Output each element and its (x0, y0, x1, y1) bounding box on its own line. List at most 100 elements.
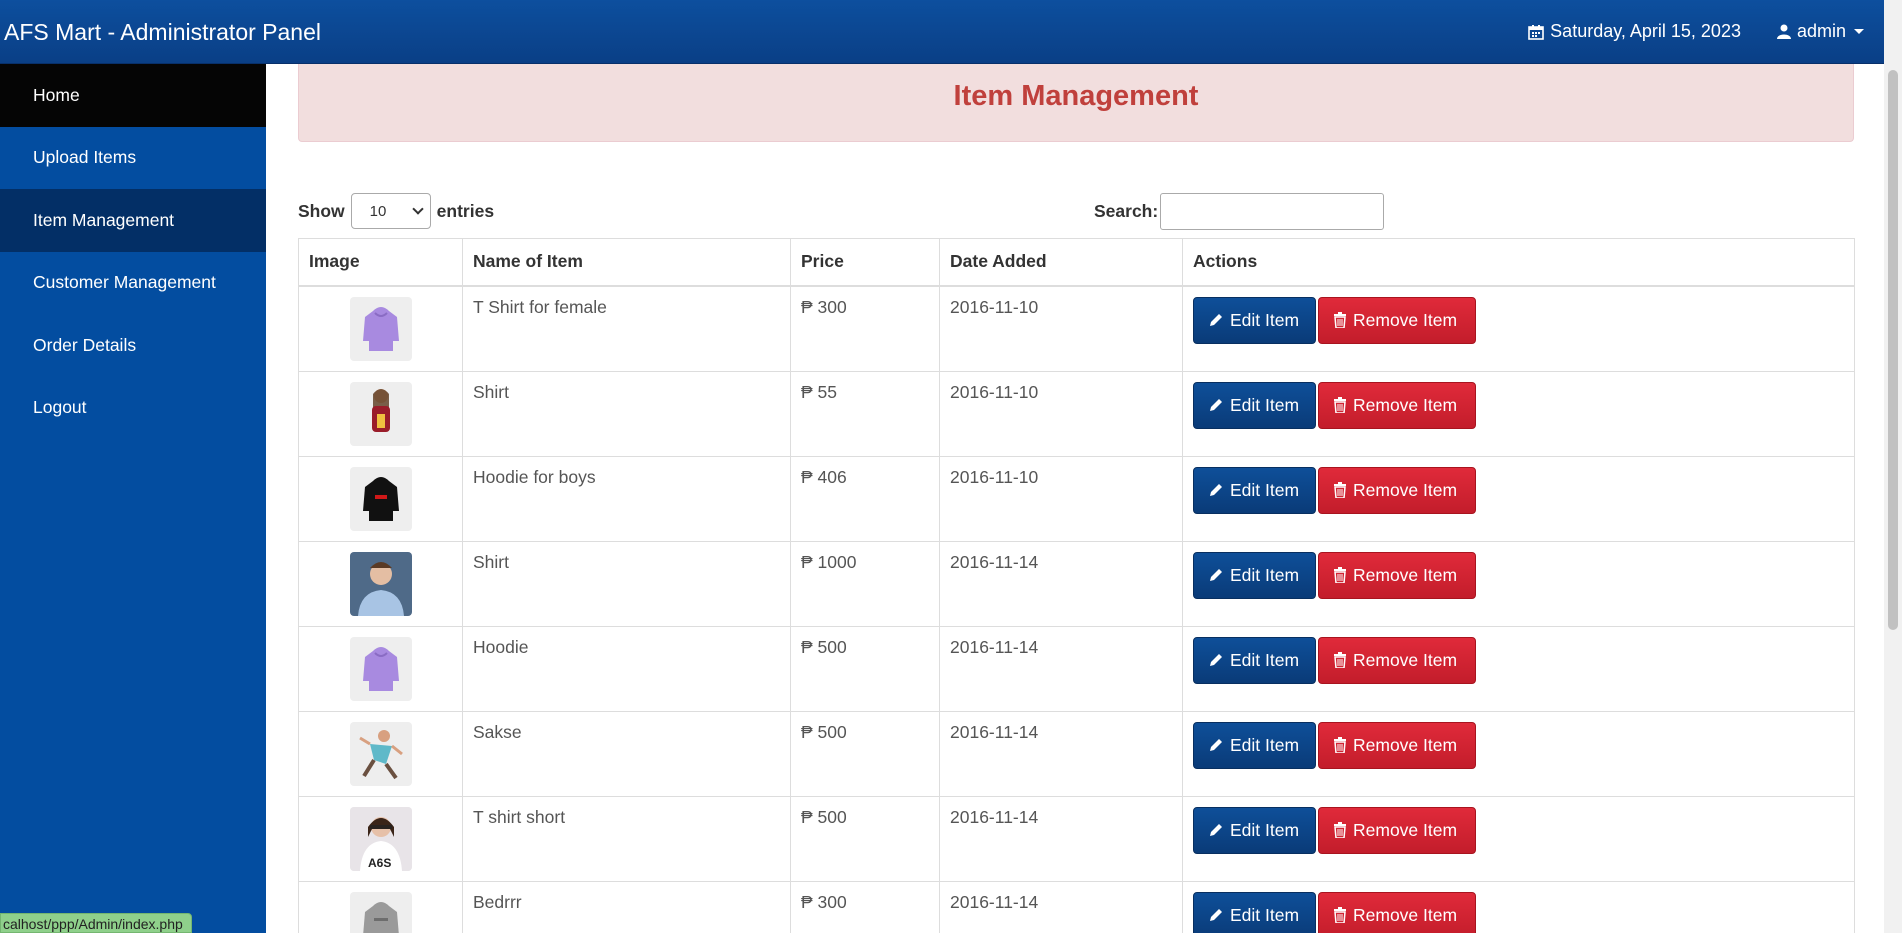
item-image-cell (298, 285, 463, 372)
column-header-name[interactable]: Name of Item (462, 238, 791, 287)
item-thumbnail: A6S (349, 806, 412, 871)
item-name: Hoodie for boys (462, 455, 791, 542)
edit-item-button[interactable]: Edit Item (1193, 721, 1316, 769)
remove-item-label: Remove Item (1353, 904, 1458, 925)
sidebar-item-customer-management[interactable]: Customer Management (0, 252, 266, 315)
item-date-added: 2016-11-10 (939, 370, 1183, 457)
remove-item-button[interactable]: Remove Item (1318, 891, 1476, 933)
item-date-added: 2016-11-14 (939, 540, 1183, 627)
search-input[interactable] (1160, 193, 1385, 230)
table-row: A6S T shirt short ₱ 500 2016-11-14 Edit Item… (298, 795, 1855, 882)
column-header-date[interactable]: Date Added (939, 238, 1183, 287)
sidebar-item-upload-items[interactable]: Upload Items (0, 127, 266, 190)
username: admin (1796, 21, 1846, 41)
edit-item-label: Edit Item (1230, 564, 1300, 585)
pencil-icon (1210, 909, 1222, 921)
entries-label: entries (436, 200, 495, 221)
item-price: ₱ 1000 (790, 540, 940, 627)
entries-length-control: Show 10 entries (298, 193, 494, 229)
sidebar-item-logout[interactable]: Logout (0, 377, 266, 440)
remove-item-button[interactable]: Remove Item (1318, 381, 1476, 429)
remove-item-button[interactable]: Remove Item (1318, 806, 1476, 854)
table-row: Hoodie ₱ 500 2016-11-14 Edit Item Remove Ite… (298, 625, 1855, 712)
table-header-row: Image Name of Item Price Date Added Acti… (298, 238, 1855, 287)
remove-item-button[interactable]: Remove Item (1318, 721, 1476, 769)
show-label: Show (298, 200, 345, 221)
item-name: Shirt (462, 370, 791, 457)
column-header-actions[interactable]: Actions (1182, 238, 1855, 287)
svg-text:A6S: A6S (368, 856, 391, 870)
column-header-price[interactable]: Price (790, 238, 940, 287)
item-actions: Edit Item Remove Item (1182, 370, 1855, 457)
item-price: ₱ 55 (790, 370, 940, 457)
calendar-icon (1528, 24, 1544, 40)
user-icon (1776, 24, 1791, 39)
trash-icon (1334, 482, 1346, 498)
sidebar-item-order-details[interactable]: Order Details (0, 314, 266, 377)
edit-item-button[interactable]: Edit Item (1193, 466, 1316, 514)
sidebar-item-item-management[interactable]: Item Management (0, 189, 266, 252)
item-name: Hoodie (462, 625, 791, 712)
remove-item-label: Remove Item (1353, 564, 1458, 585)
item-image-cell (298, 710, 463, 797)
remove-item-button[interactable]: Remove Item (1318, 466, 1476, 514)
items-table: Image Name of Item Price Date Added Acti… (298, 238, 1855, 933)
pencil-icon (1210, 569, 1222, 581)
edit-item-button[interactable]: Edit Item (1193, 806, 1316, 854)
remove-item-label: Remove Item (1353, 479, 1458, 500)
edit-item-label: Edit Item (1230, 904, 1300, 925)
item-date-added: 2016-11-10 (939, 455, 1183, 542)
page-scrollbar[interactable] (1884, 0, 1902, 933)
edit-item-button[interactable]: Edit Item (1193, 381, 1316, 429)
item-thumbnail (349, 551, 412, 616)
sidebar-item-home[interactable]: Home (0, 64, 266, 127)
remove-item-button[interactable]: Remove Item (1318, 551, 1476, 599)
scrollbar-thumb[interactable] (1888, 70, 1898, 630)
page-title: Item Management (953, 80, 1199, 112)
table-row: Shirt ₱ 55 2016-11-10 Edit Item Remove Item (298, 370, 1855, 457)
edit-item-button[interactable]: Edit Item (1193, 296, 1316, 344)
item-price: ₱ 500 (790, 710, 940, 797)
edit-item-button[interactable]: Edit Item (1193, 891, 1316, 933)
item-image-cell (298, 625, 463, 712)
table-row: Sakse ₱ 500 2016-11-14 Edit Item Remove Item (298, 710, 1855, 797)
column-header-image[interactable]: Image (298, 238, 463, 287)
table-controls: Show 10 entries Search: (298, 193, 1854, 233)
item-image-cell (298, 880, 463, 933)
pencil-icon (1210, 654, 1222, 666)
item-actions: Edit Item Remove Item (1182, 795, 1855, 882)
search-label: Search: (1094, 201, 1159, 221)
pencil-icon (1210, 314, 1222, 326)
item-name: T Shirt for female (462, 285, 791, 372)
trash-icon (1334, 907, 1346, 923)
pencil-icon (1210, 824, 1222, 836)
item-thumbnail (349, 891, 412, 933)
item-actions: Edit Item Remove Item (1182, 540, 1855, 627)
item-image-cell (298, 540, 463, 627)
remove-item-label: Remove Item (1353, 819, 1458, 840)
item-thumbnail (349, 636, 412, 701)
user-menu[interactable]: admin (1776, 21, 1864, 42)
item-price: ₱ 406 (790, 455, 940, 542)
entries-select[interactable]: 10 (350, 193, 431, 229)
item-date-added: 2016-11-14 (939, 710, 1183, 797)
remove-item-button[interactable]: Remove Item (1318, 296, 1476, 344)
edit-item-button[interactable]: Edit Item (1193, 551, 1316, 599)
item-thumbnail (349, 381, 412, 446)
remove-item-label: Remove Item (1353, 649, 1458, 670)
remove-item-button[interactable]: Remove Item (1318, 636, 1476, 684)
edit-item-button[interactable]: Edit Item (1193, 636, 1316, 684)
app-title[interactable]: AFS Mart - Administrator Panel (4, 19, 321, 46)
entries-select-value: 10 (369, 202, 387, 220)
remove-item-label: Remove Item (1353, 734, 1458, 755)
item-actions: Edit Item Remove Item (1182, 880, 1855, 933)
item-name: T shirt short (462, 795, 791, 882)
item-date-added: 2016-11-14 (939, 795, 1183, 882)
edit-item-label: Edit Item (1230, 479, 1300, 500)
page-banner: Item Management (298, 64, 1854, 142)
remove-item-label: Remove Item (1353, 394, 1458, 415)
trash-icon (1334, 567, 1346, 583)
edit-item-label: Edit Item (1230, 819, 1300, 840)
date-display: Saturday, April 15, 2023 (1528, 21, 1741, 42)
pencil-icon (1210, 484, 1222, 496)
